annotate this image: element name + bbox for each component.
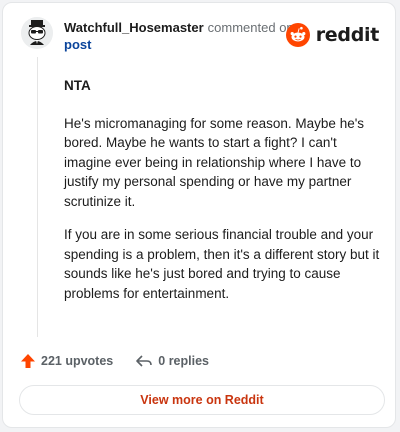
reply-button[interactable]: 0 replies	[135, 353, 209, 369]
user-avatar-icon[interactable]	[21, 17, 53, 49]
comment-title: NTA	[64, 78, 91, 93]
upvote-arrow-icon	[21, 354, 35, 368]
reply-arrow-icon	[136, 355, 153, 367]
upvote-count: 221 upvotes	[41, 354, 114, 368]
author-name[interactable]: Watchfull_Hosemaster	[64, 20, 204, 35]
comment-paragraph: He's micromanaging for some reason. Mayb…	[64, 115, 365, 209]
upvote-button[interactable]: 221 upvotes	[20, 353, 113, 369]
reddit-logo-icon	[285, 23, 310, 47]
comment-footer: 221 upvotes 0 replies	[20, 350, 209, 372]
commented-on-text: commented on	[207, 20, 294, 35]
reddit-wordmark: reddit	[315, 24, 380, 46]
thread-line	[37, 57, 38, 337]
reddit-logo[interactable]: reddit	[285, 23, 380, 47]
comment-paragraph: If you are in some serious financial tro…	[64, 227, 380, 301]
post-link[interactable]: post	[64, 37, 91, 53]
reply-count: 0 replies	[158, 354, 209, 368]
view-more-button[interactable]: View more on Reddit	[19, 385, 385, 415]
embedded-comment-card: Watchfull_Hosemaster commented on post re…	[2, 2, 396, 428]
author-line: Watchfull_Hosemaster commented on	[64, 20, 294, 36]
comment-header: Watchfull_Hosemaster commented on post re…	[3, 3, 395, 63]
comment-body: NTA He's micromanaging for some reason. …	[64, 76, 382, 317]
